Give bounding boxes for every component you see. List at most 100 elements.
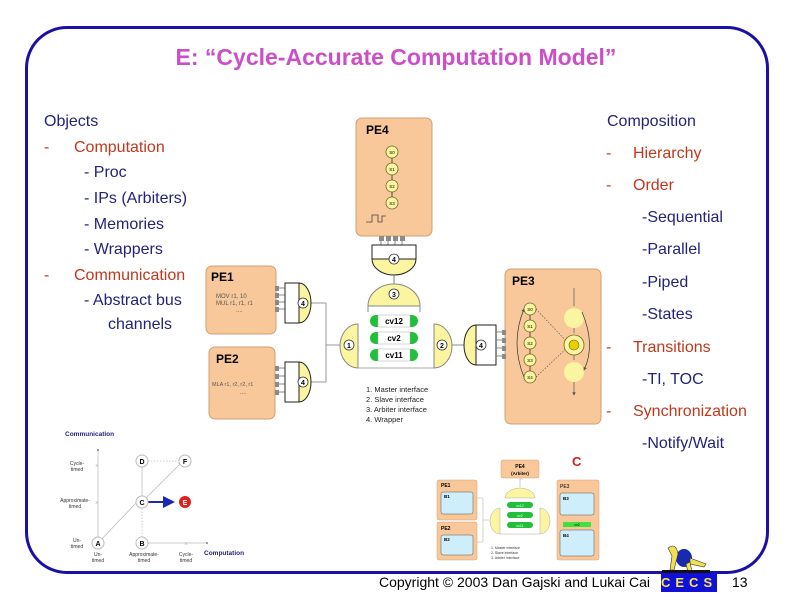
page-number: 13 [732, 574, 748, 590]
svg-text:1: 1 [347, 343, 351, 350]
master-interface: 1 [339, 323, 434, 369]
pe4-wrapper: 4 [371, 244, 417, 284]
pe3-state-s4: S4 [523, 370, 537, 384]
svg-text:F: F [183, 459, 188, 466]
pe3-state-s0: S0 [523, 302, 537, 316]
svg-text:2: 2 [440, 343, 444, 350]
svg-text:S2: S2 [389, 184, 395, 189]
svg-text:S1: S1 [527, 324, 533, 329]
svg-text:4: 4 [392, 257, 396, 264]
legend-item-3: 3. Arbiter interface [366, 405, 427, 414]
svg-text:timed: timed [138, 558, 150, 564]
svg-text:PE3: PE3 [560, 484, 570, 490]
svg-text:S1: S1 [389, 167, 395, 172]
thumb-pe3: PE3 B3 cv2 B4 [556, 479, 600, 561]
pe4-state-s1: S1 [385, 162, 399, 176]
svg-text:2. Slave interface: 2. Slave interface [491, 551, 518, 555]
legend-item-2: 2. Slave interface [366, 395, 424, 404]
pe4-block: PE4 S0 S1 S2 S3 [355, 117, 433, 247]
svg-text:B: B [139, 541, 144, 548]
svg-text:PE2: PE2 [216, 352, 239, 366]
svg-text:....: .... [240, 390, 247, 396]
svg-text:×: × [95, 500, 99, 507]
svg-text:cv12: cv12 [516, 504, 523, 508]
thumb-pe4: PE4 (Arbiter) [500, 459, 540, 479]
graph-node-a: A [91, 536, 105, 550]
svg-text:timed: timed [69, 504, 81, 510]
pe3-state-s1: S1 [523, 319, 537, 333]
pe3-block: PE3 S0 S1 S2 S3 S4 [502, 268, 602, 425]
svg-text:timed: timed [92, 558, 104, 564]
svg-text:B4: B4 [563, 533, 569, 538]
channel-cv11: cv11 [370, 348, 418, 362]
thumbnail-diagram: C PE4 (Arbiter) PE1 B1 PE2 B2 cv12 cv2 c… [436, 454, 600, 561]
svg-text:B1: B1 [444, 494, 450, 499]
legend-item-1: 1. Master interface [366, 385, 428, 394]
cecs-logo: CECS [661, 573, 718, 592]
pe3-state-s3: S3 [523, 353, 537, 367]
thumb-pe2: PE2 B2 [436, 521, 478, 561]
svg-text:1. Master interface: 1. Master interface [491, 546, 520, 550]
svg-text:(Arbiter): (Arbiter) [511, 471, 529, 476]
svg-text:A: A [95, 541, 100, 548]
svg-text:cv2: cv2 [387, 334, 401, 343]
svg-text:PE1: PE1 [441, 483, 451, 489]
svg-text:PE2: PE2 [441, 526, 451, 532]
graph-node-b: B [135, 536, 149, 550]
model-graph: Communication × × × A B C D E F Cycle- t… [60, 431, 244, 564]
pe3-wrapper: 4 [463, 324, 503, 366]
graph-node-e-highlighted: E [179, 496, 191, 508]
svg-text:timed: timed [71, 544, 83, 550]
interface-legend: 1. Master interface 2. Slave interface 3… [366, 385, 428, 424]
svg-text:S4: S4 [527, 375, 533, 380]
svg-text:cv12: cv12 [385, 317, 403, 326]
svg-text:4: 4 [301, 301, 305, 308]
svg-text:MOV r1, 10: MOV r1, 10 [216, 294, 247, 300]
graph-node-d: D [135, 454, 149, 468]
copyright-text: Copyright © 2003 Dan Gajski and Lukai Ca… [379, 574, 651, 590]
svg-text:cv2: cv2 [517, 514, 523, 518]
svg-text:timed: timed [71, 467, 83, 473]
svg-text:S3: S3 [389, 201, 395, 206]
pe3-state-s2: S2 [523, 336, 537, 350]
svg-text:3: 3 [392, 292, 396, 299]
graph-x-axis-label: Computation [204, 550, 244, 557]
svg-text:×: × [184, 541, 188, 548]
svg-text:cv11: cv11 [385, 351, 403, 360]
svg-text:B2: B2 [444, 537, 450, 542]
arbiter-interface: 3 [367, 283, 421, 312]
cecs-mascot-icon [662, 545, 710, 574]
svg-text:B3: B3 [563, 496, 569, 501]
channel-cv2: cv2 [370, 331, 418, 345]
pe4-state-s0: S0 [385, 145, 399, 159]
svg-text:E: E [183, 500, 188, 507]
svg-text:4: 4 [301, 380, 305, 387]
svg-text:S2: S2 [527, 341, 533, 346]
thumb-pe1: PE1 B1 [436, 479, 478, 521]
pe4-label: PE4 [366, 123, 389, 137]
svg-text:cv11: cv11 [516, 524, 523, 528]
svg-text:cv2: cv2 [574, 523, 580, 527]
pe4-state-s2: S2 [385, 179, 399, 193]
svg-text:S0: S0 [389, 150, 395, 155]
svg-text:PE4: PE4 [515, 464, 525, 470]
svg-text:S3: S3 [527, 358, 533, 363]
pe2-block: PE2 MLA r1, r2, r2, r1 .... [208, 346, 279, 420]
svg-text:....: .... [236, 308, 243, 314]
svg-text:3. Arbiter interface: 3. Arbiter interface [491, 556, 519, 560]
slave-interface: 2 [433, 323, 464, 369]
svg-text:PE3: PE3 [512, 274, 535, 288]
graph-node-c: C [135, 495, 149, 509]
pe4-state-s3: S3 [385, 196, 399, 210]
graph-y-axis-label: Communication [65, 431, 114, 438]
model-marker-c: C [572, 454, 582, 469]
svg-text:MLA r1, r2, r2, r1: MLA r1, r2, r2, r1 [212, 382, 253, 388]
thumb-channels: cv12 cv2 cv11 [507, 502, 533, 528]
pe2-wrapper: 4 [279, 361, 312, 403]
svg-text:C: C [139, 500, 144, 507]
svg-text:MUL r1, r1, r1: MUL r1, r1, r1 [216, 301, 253, 307]
graph-node-f: F [178, 454, 192, 468]
pe1-block: PE1 MOV r1, 10 MUL r1, r1, r1 .... [205, 265, 279, 335]
svg-text:D: D [139, 459, 144, 466]
pe1-wrapper: 4 [279, 282, 312, 324]
